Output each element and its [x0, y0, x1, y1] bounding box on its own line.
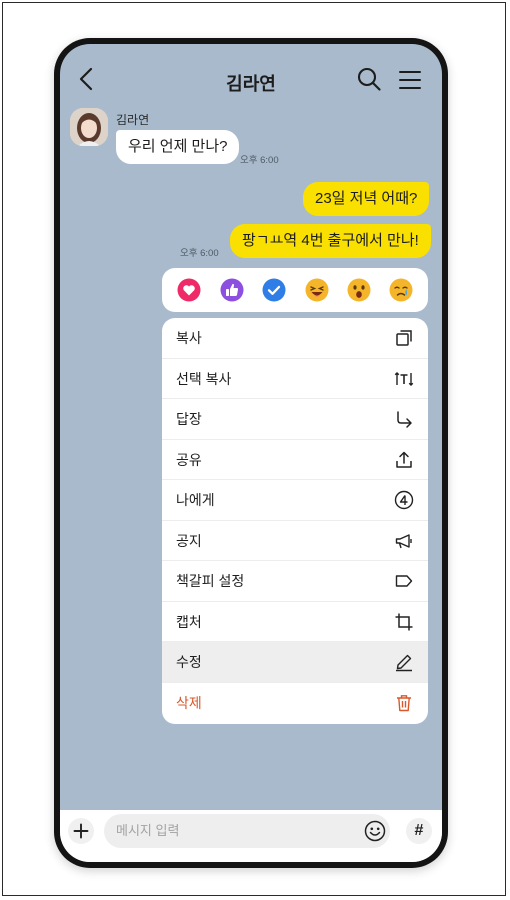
reaction-bar: [162, 268, 428, 312]
to-me-icon: [394, 490, 414, 510]
crying-emoji-icon[interactable]: [389, 278, 413, 302]
menu-item-to-me[interactable]: 나에게: [162, 480, 428, 521]
menu-item-capture[interactable]: 캡처: [162, 602, 428, 642]
plus-icon: [73, 823, 89, 839]
chat-screen: 김라연 김라연 우리 언제 만나? 오후 6:00 23일 저녁 어때? 팡ㄱㅛ…: [60, 44, 442, 862]
menu-item-label: 삭제: [176, 694, 202, 711]
menu-item-copy[interactable]: 복사: [162, 318, 428, 359]
laughing-emoji-icon[interactable]: [305, 278, 329, 302]
thumbs-up-reaction-icon[interactable]: [220, 278, 244, 302]
search-icon[interactable]: [356, 66, 382, 92]
phone-frame: 김라연 김라연 우리 언제 만나? 오후 6:00 23일 저녁 어때? 팡ㄱㅛ…: [54, 38, 448, 868]
menu-item-label: 복사: [176, 330, 202, 346]
message-context-menu: 복사 선택 복사 답장 공유 나에게 공지 책갈피 설정 캡처 수정 삭제: [162, 318, 428, 724]
chat-header: 김라연: [60, 44, 442, 108]
hamburger-menu-icon[interactable]: [397, 67, 423, 93]
sender-name: 김라연: [116, 113, 150, 127]
bookmark-tag-icon: [395, 575, 413, 587]
menu-item-label: 선택 복사: [176, 370, 232, 387]
menu-item-edit[interactable]: 수정: [162, 642, 428, 683]
attach-button[interactable]: [68, 818, 94, 844]
menu-item-reply[interactable]: 답장: [162, 399, 428, 440]
menu-item-bookmark[interactable]: 책갈피 설정: [162, 561, 428, 602]
menu-item-share[interactable]: 공유: [162, 440, 428, 480]
select-text-icon: [394, 371, 414, 386]
copy-icon: [396, 330, 412, 346]
menu-item-notice[interactable]: 공지: [162, 521, 428, 561]
surprised-emoji-icon[interactable]: [347, 278, 371, 302]
menu-item-label: 공지: [176, 532, 202, 549]
menu-item-delete[interactable]: 삭제: [162, 683, 428, 724]
pencil-icon: [396, 654, 412, 672]
crop-icon: [395, 613, 413, 630]
message-input[interactable]: 메시지 입력: [104, 814, 390, 848]
menu-item-label: 캡처: [176, 613, 202, 630]
message-input-placeholder: 메시지 입력: [116, 823, 180, 838]
hashtag-button[interactable]: #: [406, 818, 432, 844]
message-timestamp: 오후 6:00: [180, 248, 219, 259]
menu-item-label: 책갈피 설정: [176, 573, 245, 589]
message-timestamp: 오후 6:00: [240, 155, 279, 166]
menu-item-label: 수정: [176, 654, 202, 670]
chat-title: 김라연: [226, 74, 276, 94]
hashtag-icon: #: [414, 822, 424, 839]
heart-reaction-icon[interactable]: [177, 278, 201, 302]
emoji-icon[interactable]: [364, 820, 386, 842]
menu-item-select-copy[interactable]: 선택 복사: [162, 359, 428, 399]
avatar[interactable]: [70, 108, 108, 146]
megaphone-icon: [395, 533, 412, 548]
menu-item-label: 답장: [176, 411, 202, 427]
reply-arrow-icon: [397, 411, 412, 428]
menu-item-label: 나에게: [176, 492, 215, 508]
message-input-bar: 메시지 입력 #: [60, 810, 442, 862]
message-bubble[interactable]: 우리 언제 만나?: [116, 130, 240, 164]
menu-item-label: 공유: [176, 451, 202, 468]
message-bubble[interactable]: 23일 저녁 어때?: [303, 182, 430, 216]
trash-icon: [397, 694, 411, 711]
message-bubble-selected[interactable]: 팡ㄱㅛ역 4번 출구에서 만나!: [230, 224, 431, 258]
share-icon: [396, 451, 412, 468]
check-reaction-icon[interactable]: [262, 278, 286, 302]
